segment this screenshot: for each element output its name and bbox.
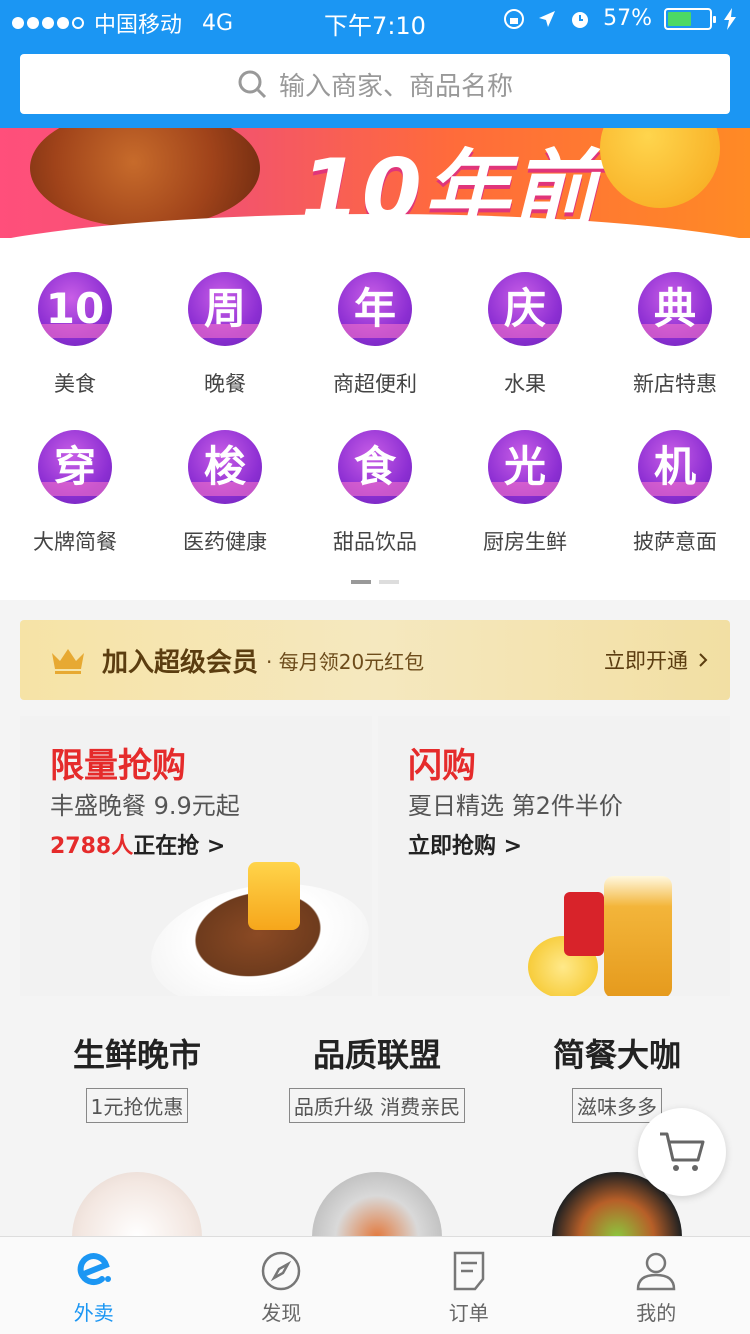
tab-label: 外卖: [73, 1301, 114, 1325]
card-quality-alliance[interactable]: 品质联盟 品质升级 消费亲民: [260, 1002, 494, 1242]
category-label: 披萨意面: [633, 530, 717, 554]
category-icon: 穿: [38, 430, 112, 504]
super-vip-banner[interactable]: 加入超级会员 · 每月领20元红包 立即开通: [20, 620, 730, 700]
category-item[interactable]: 穿 大牌简餐: [0, 430, 150, 580]
promo-cta-label: 正在抢 >: [133, 834, 226, 859]
rotation-lock-icon: [504, 8, 525, 29]
category-icon: 梭: [188, 430, 262, 504]
search-icon: [238, 70, 267, 99]
category-icon: 光: [488, 430, 562, 504]
category-icon: 典: [638, 272, 712, 346]
beer-mug-image: [604, 876, 672, 996]
compass-icon: [262, 1251, 301, 1291]
category-label: 晚餐: [204, 372, 246, 396]
category-icon: 周: [188, 272, 262, 346]
tab-orders[interactable]: 订单: [375, 1237, 563, 1334]
page-dot-active: [351, 580, 371, 584]
user-icon: [636, 1252, 676, 1291]
banner-badge: [600, 128, 720, 208]
category-icon: 食: [338, 430, 412, 504]
category-icon: 机: [638, 430, 712, 504]
card-title: 品质联盟: [312, 1036, 441, 1074]
category-item[interactable]: 食 甜品饮品: [300, 430, 450, 580]
vip-subtitle: · 每月领20元红包: [266, 649, 425, 674]
promo-title: 限量抢购: [50, 746, 186, 786]
category-icon: 10: [38, 272, 112, 346]
juice-glass-image: [248, 862, 300, 930]
category-icon: 年: [338, 272, 412, 346]
category-item[interactable]: 庆 水果: [450, 272, 600, 422]
charging-icon: [724, 7, 736, 30]
cart-button[interactable]: [638, 1108, 726, 1196]
category-item[interactable]: 10 美食: [0, 272, 150, 422]
search-placeholder: 输入商家、商品名称: [278, 71, 513, 102]
tab-label: 我的: [636, 1301, 677, 1325]
card-title: 简餐大咖: [552, 1036, 681, 1074]
promo-title: 闪购: [408, 746, 476, 786]
category-grid: 10 美食 周 晚餐 年 商超便利 庆 水果 典 新店特惠 穿 大牌简餐 梭 医…: [0, 238, 750, 600]
status-bar: 中国移动 4G 下午7:10 57%: [0, 0, 750, 42]
category-item[interactable]: 梭 医药健康: [150, 430, 300, 580]
search-input[interactable]: 输入商家、商品名称: [20, 54, 730, 114]
promo-card-flash[interactable]: 闪购 夏日精选 第2件半价 立即抢购 >: [378, 716, 730, 996]
promo-subtitle: 夏日精选 第2件半价: [408, 792, 623, 820]
status-right: 57%: [503, 6, 736, 31]
vip-title: 加入超级会员: [102, 647, 259, 678]
promo-card-limited[interactable]: 限量抢购 丰盛晚餐 9.9元起 2788人正在抢 >: [20, 716, 372, 996]
category-item[interactable]: 光 厨房生鲜: [450, 430, 600, 580]
eleme-icon: [77, 1253, 111, 1286]
promo-cta: 立即抢购 >: [408, 834, 523, 859]
cola-can-image: [564, 892, 604, 956]
category-item[interactable]: 典 新店特惠: [600, 272, 750, 422]
category-label: 美食: [54, 372, 96, 396]
page-indicator[interactable]: [0, 580, 750, 584]
bottom-tab-bar: 外卖 发现 订单 我的: [0, 1236, 750, 1334]
crown-icon: [52, 649, 84, 674]
tab-discover[interactable]: 发现: [188, 1237, 376, 1334]
roast-chicken-image: [30, 128, 260, 228]
promo-banner[interactable]: 10年前: [0, 128, 750, 238]
fresh-meat-image: [72, 1172, 202, 1242]
tab-takeout[interactable]: 外卖: [0, 1237, 188, 1334]
card-tag: 品质升级 消费亲民: [288, 1088, 466, 1123]
chevron-right-icon: [699, 653, 708, 667]
battery-icon: [664, 7, 716, 30]
category-icon: 庆: [488, 272, 562, 346]
category-label: 新店特惠: [633, 372, 717, 396]
page-dot: [379, 580, 399, 584]
top-header: 中国移动 4G 下午7:10 57% 输入商家、商品名称: [0, 0, 750, 128]
tab-label: 发现: [261, 1301, 302, 1325]
card-tag: 滋味多多: [572, 1088, 662, 1123]
category-label: 医药健康: [183, 530, 267, 554]
cart-icon: [660, 1132, 705, 1171]
category-label: 大牌简餐: [33, 530, 117, 554]
promo-count: 2788人: [50, 834, 134, 859]
promo-subtitle: 丰盛晚餐 9.9元起: [50, 792, 240, 820]
category-label: 厨房生鲜: [483, 530, 567, 554]
card-fresh-market[interactable]: 生鲜晚市 1元抢优惠: [20, 1002, 254, 1242]
category-item[interactable]: 周 晚餐: [150, 272, 300, 422]
category-item[interactable]: 年 商超便利: [300, 272, 450, 422]
promo-cta: 2788人正在抢 >: [50, 828, 225, 860]
dish-image: [312, 1172, 442, 1242]
alarm-icon: [572, 11, 589, 28]
category-label: 水果: [504, 372, 546, 396]
category-label: 商超便利: [333, 372, 417, 396]
vip-activate-button[interactable]: 立即开通: [604, 645, 708, 675]
card-title: 生鲜晚市: [72, 1036, 201, 1074]
category-label: 甜品饮品: [333, 530, 417, 554]
tab-profile[interactable]: 我的: [563, 1237, 750, 1334]
tab-label: 订单: [448, 1301, 489, 1325]
vip-cta-label: 立即开通: [604, 649, 688, 673]
category-item[interactable]: 机 披萨意面: [600, 430, 750, 580]
order-icon: [453, 1251, 484, 1291]
battery-percent: 57%: [603, 6, 652, 31]
location-icon: [539, 10, 556, 27]
card-tag: 1元抢优惠: [85, 1088, 189, 1123]
